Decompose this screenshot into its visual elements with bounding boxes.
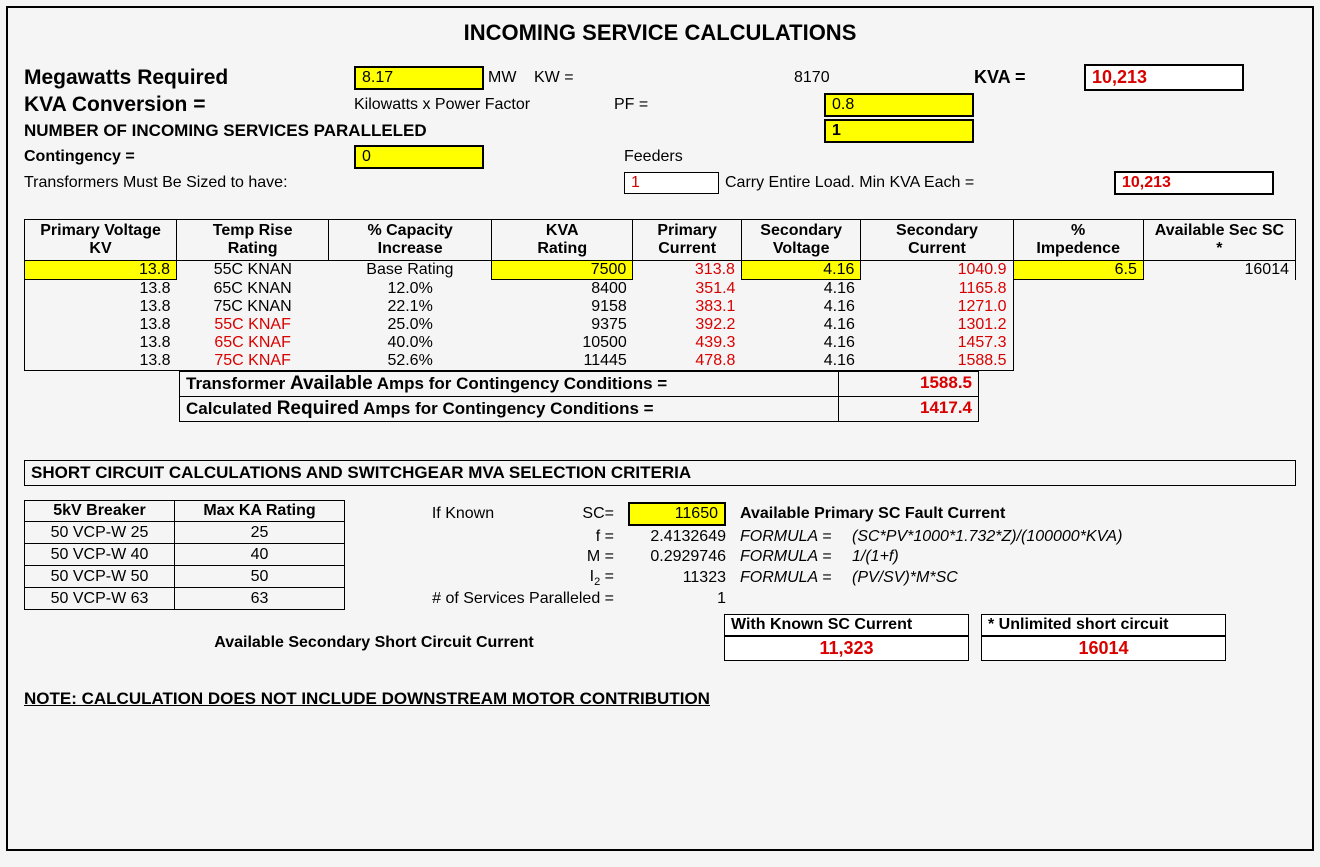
table-row: 50 VCP-W 4040 <box>25 544 345 566</box>
summary-available: Transformer Available Amps for Contingen… <box>179 371 979 397</box>
feeders-label: Feeders <box>624 148 683 166</box>
sc-input[interactable]: 11650 <box>628 502 726 526</box>
breaker-table: 5kV BreakerMax KA Rating 50 VCP-W 252550… <box>24 500 345 610</box>
page-title: INCOMING SERVICE CALCULATIONS <box>24 20 1296 46</box>
avail-sec-label: Available Secondary Short Circuit Curren… <box>24 614 724 652</box>
contingency-input[interactable]: 0 <box>354 145 484 169</box>
parallel-input[interactable]: 1 <box>824 119 974 143</box>
kva-output: 10,213 <box>1084 64 1244 91</box>
table-row: 13.875C KNAF52.6%11445478.84.161588.5 <box>25 352 1296 371</box>
kva-conv-formula: Kilowatts x Power Factor <box>354 96 614 114</box>
kw-value: 8170 <box>794 69 974 87</box>
contingency-label: Contingency = <box>24 148 354 166</box>
sized-rest: Carry Entire Load. Min KVA Each = <box>719 174 1084 192</box>
sc-title: SHORT CIRCUIT CALCULATIONS AND SWITCHGEA… <box>24 460 1296 486</box>
pf-label: PF = <box>614 96 684 114</box>
mw-label: Megawatts Required <box>24 66 354 90</box>
unlim-header: * Unlimited short circuit <box>981 614 1226 636</box>
worksheet: INCOMING SERVICE CALCULATIONS Megawatts … <box>6 6 1314 851</box>
summary-required: Calculated Required Amps for Contingency… <box>179 397 979 422</box>
table-row: 50 VCP-W 6363 <box>25 588 345 610</box>
table-row: 13.855C KNAF25.0%9375392.24.161301.2 <box>25 316 1296 334</box>
pf-input[interactable]: 0.8 <box>824 93 974 117</box>
inputs-section: Megawatts Required 8.17 MW KW = 8170 KVA… <box>24 64 1296 195</box>
table-row: 13.875C KNAN22.1%9158383.14.161271.0 <box>25 298 1296 316</box>
sized-kva: 10,213 <box>1114 171 1274 195</box>
parallel-label: NUMBER OF INCOMING SERVICES PARALLELED <box>24 121 824 141</box>
table-row: 13.855C KNANBase Rating7500313.84.161040… <box>25 261 1296 280</box>
table-row: 13.865C KNAN12.0%8400351.44.161165.8 <box>25 280 1296 299</box>
mw-unit: MW <box>484 69 534 87</box>
table-row: 13.865C KNAF40.0%10500439.34.161457.3 <box>25 334 1296 352</box>
formula-table: If Known SC= 11650 Available Primary SC … <box>361 500 1296 610</box>
unlim-val: 16014 <box>981 636 1226 661</box>
known-header: With Known SC Current <box>724 614 969 636</box>
kva-conv-label: KVA Conversion = <box>24 93 354 117</box>
known-val: 11,323 <box>724 636 969 661</box>
sized-count: 1 <box>624 172 719 194</box>
table-row: 50 VCP-W 5050 <box>25 566 345 588</box>
kw-label: KW = <box>534 69 794 87</box>
mw-input[interactable]: 8.17 <box>354 66 484 90</box>
note: NOTE: CALCULATION DOES NOT INCLUDE DOWNS… <box>24 689 1296 709</box>
table-row: 50 VCP-W 2525 <box>25 522 345 544</box>
kva-label: KVA = <box>974 67 1064 88</box>
transformer-table: Primary VoltageKVTemp RiseRating% Capaci… <box>24 219 1296 371</box>
sized-label: Transformers Must Be Sized to have: <box>24 174 624 192</box>
